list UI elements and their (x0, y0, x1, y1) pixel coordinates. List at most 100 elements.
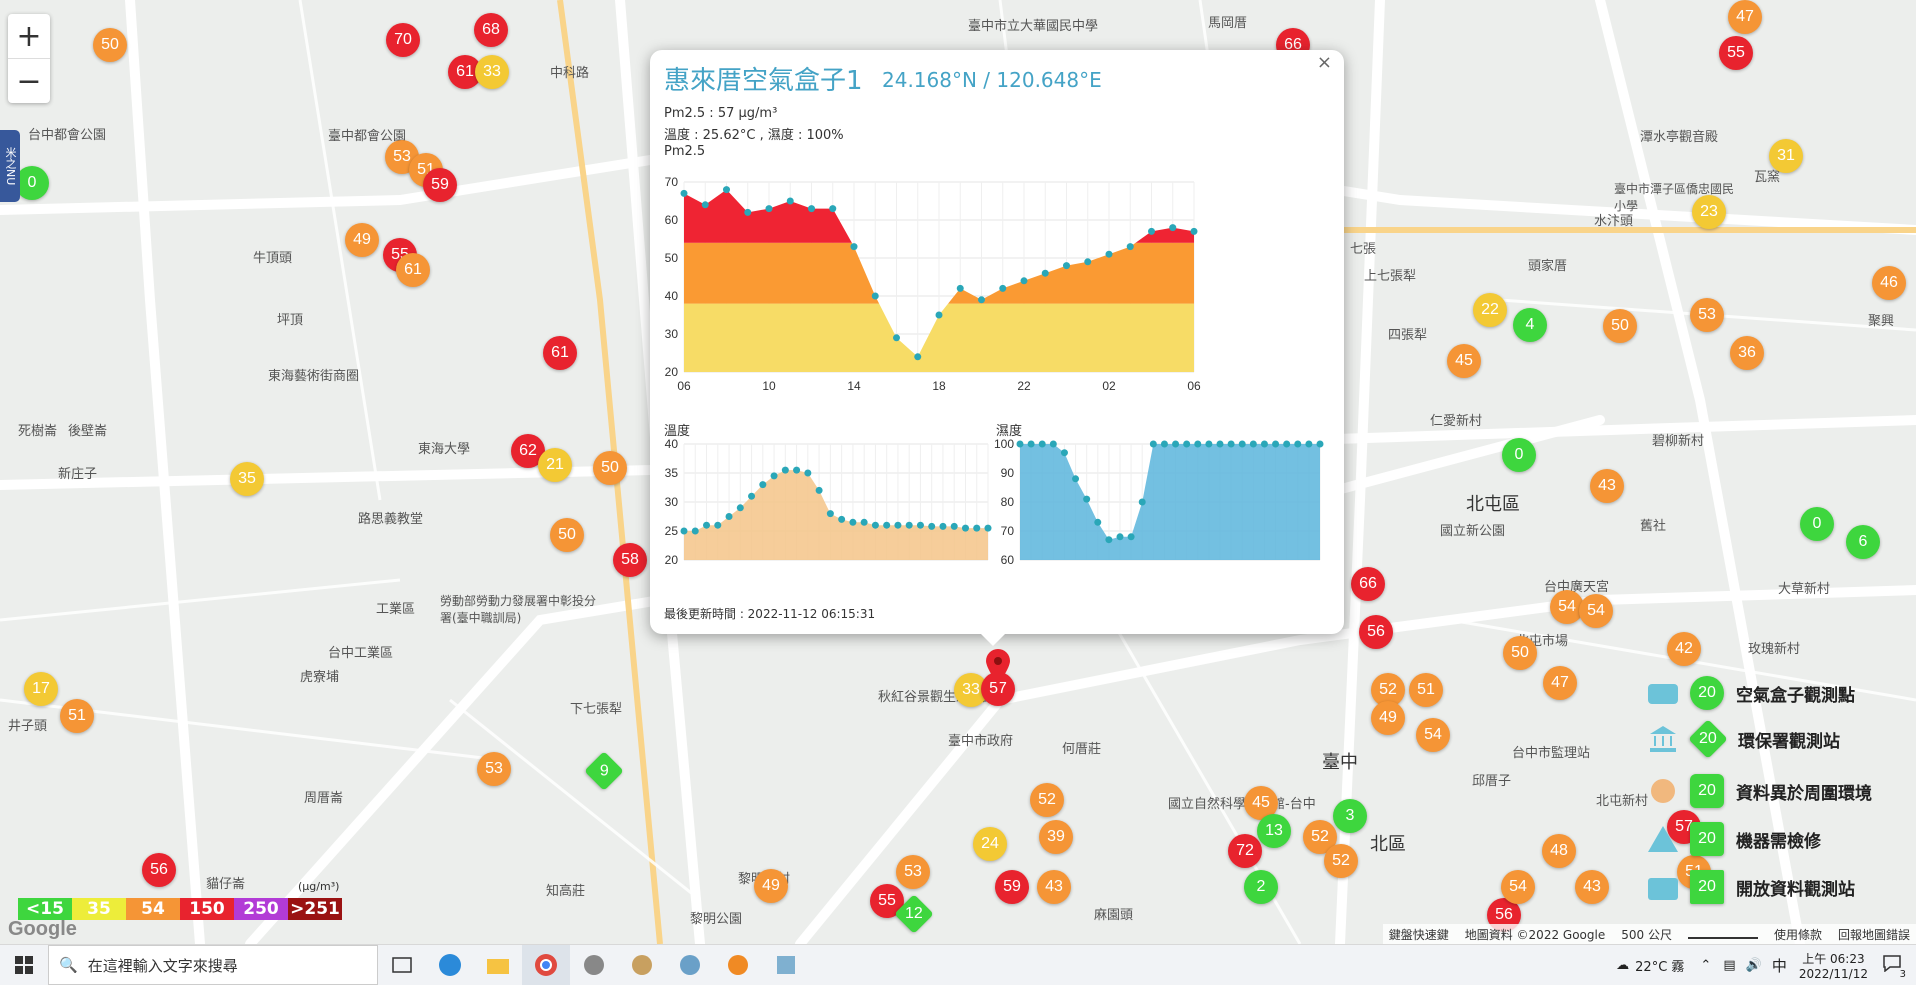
data-point (691, 527, 699, 535)
aqi-marker[interactable]: 51 (1409, 673, 1443, 707)
aqi-marker[interactable]: 56 (1359, 615, 1393, 649)
side-tab[interactable]: 米之NU (0, 130, 20, 202)
aqi-marker[interactable]: 42 (1667, 632, 1701, 666)
aqi-marker[interactable]: 59 (995, 870, 1029, 904)
aqi-marker[interactable]: 59 (423, 168, 457, 202)
data-point (723, 186, 730, 194)
scale-text[interactable]: 500 公尺 (1621, 926, 1672, 943)
aqi-marker[interactable]: 3 (1333, 799, 1367, 833)
aqi-marker[interactable]: 39 (1039, 820, 1073, 854)
notification-icon[interactable]: 3 (1882, 954, 1906, 980)
edge-icon[interactable] (426, 945, 474, 985)
aqi-marker[interactable]: 53 (896, 855, 930, 889)
app-icon[interactable] (666, 945, 714, 985)
aqi-marker[interactable]: 66 (1351, 567, 1385, 601)
aqi-marker[interactable]: 0 (1502, 438, 1536, 472)
weather-text[interactable]: 22°C 霧 (1635, 956, 1684, 975)
aqi-marker[interactable]: 55 (1719, 36, 1753, 70)
app-icon[interactable] (762, 945, 810, 985)
taskbar-search[interactable]: 🔍 在這裡輸入文字來搜尋 (48, 945, 378, 985)
aqi-marker[interactable]: 35 (230, 462, 264, 496)
aqi-marker[interactable]: 51 (60, 699, 94, 733)
network-icon[interactable]: ▤ (1723, 958, 1735, 973)
app-icon[interactable] (714, 945, 762, 985)
aqi-marker[interactable]: 48 (1542, 834, 1576, 868)
terms-link[interactable]: 使用條款 (1774, 926, 1822, 943)
aqi-marker[interactable]: 70 (386, 23, 420, 57)
app-icon[interactable] (570, 945, 618, 985)
aqi-marker[interactable]: 36 (1730, 336, 1764, 370)
aqi-marker[interactable]: 17 (24, 672, 58, 706)
aqi-marker[interactable]: 50 (1603, 309, 1637, 343)
aqi-marker[interactable]: 49 (754, 869, 788, 903)
aqi-marker[interactable]: 6 (1846, 525, 1880, 559)
place-label: 東海藝術街商圈 (268, 369, 360, 384)
aqi-marker[interactable]: 52 (1324, 844, 1358, 878)
aqi-marker[interactable]: 50 (1503, 636, 1537, 670)
aqi-marker[interactable]: 23 (1692, 195, 1726, 229)
app-icon[interactable] (618, 945, 666, 985)
report-error-link[interactable]: 回報地圖錯誤 (1838, 926, 1910, 943)
volume-icon[interactable]: 🔊 (1746, 958, 1762, 973)
aqi-marker[interactable]: 43 (1037, 870, 1071, 904)
aqi-marker[interactable]: 52 (1030, 783, 1064, 817)
aqi-marker[interactable]: 13 (1257, 814, 1291, 848)
aqi-marker[interactable]: 53 (1690, 298, 1724, 332)
aqi-marker[interactable]: 31 (1769, 139, 1803, 173)
zoom-in-button[interactable]: + (8, 14, 50, 58)
clock[interactable]: 上午 06:23 2022/11/12 (1799, 950, 1868, 981)
chrome-icon[interactable] (522, 945, 570, 985)
data-point (1126, 243, 1134, 251)
aqi-marker[interactable]: 43 (1590, 469, 1624, 503)
aqi-marker[interactable]: 61 (543, 336, 577, 370)
aqi-marker[interactable]: 45 (1447, 344, 1481, 378)
aqi-marker[interactable]: 61 (396, 253, 430, 287)
aqi-marker[interactable]: 50 (593, 451, 627, 485)
place-label: 台中工業區 (328, 646, 394, 661)
zoom-out-button[interactable]: − (8, 58, 50, 103)
aqi-marker[interactable]: 58 (613, 543, 647, 577)
aqi-marker[interactable]: 56 (142, 853, 176, 887)
x-tick-label: 22 (1017, 379, 1031, 393)
aqi-level: 54 (126, 898, 180, 920)
aqi-marker[interactable]: 47 (1543, 666, 1577, 700)
aqi-marker[interactable]: 22 (1473, 293, 1507, 327)
aqi-marker[interactable]: 50 (93, 28, 127, 62)
ime-indicator[interactable]: 中 (1772, 955, 1787, 976)
aqi-marker[interactable]: 4 (1513, 308, 1547, 342)
aqi-marker[interactable]: 46 (1872, 266, 1906, 300)
keyboard-shortcuts-link[interactable]: 鍵盤快速鍵 (1389, 926, 1449, 943)
aqi-marker[interactable]: 21 (538, 448, 572, 482)
aqi-marker[interactable]: 68 (474, 13, 508, 47)
aqi-marker[interactable]: 24 (973, 827, 1007, 861)
aqi-marker[interactable]: 33 (475, 55, 509, 89)
aqi-marker[interactable]: 49 (345, 223, 379, 257)
aqi-marker[interactable]: 54 (1579, 594, 1613, 628)
scale-bar (1687, 929, 1758, 939)
aqi-marker[interactable]: 49 (1371, 701, 1405, 735)
task-view-icon[interactable] (378, 945, 426, 985)
aqi-marker[interactable]: 0 (15, 166, 49, 200)
y-tick-label: 100 (994, 437, 1014, 451)
aqi-marker[interactable]: 50 (550, 518, 584, 552)
aqi-marker[interactable]: 0 (1800, 507, 1834, 541)
aqi-marker[interactable]: 54 (1416, 718, 1450, 752)
aqi-marker[interactable]: 54 (1501, 870, 1535, 904)
aqi-marker[interactable]: 47 (1728, 0, 1762, 34)
aqi-marker[interactable]: 2 (1244, 870, 1278, 904)
windows-start-icon[interactable] (0, 945, 48, 985)
data-point (850, 243, 858, 251)
aqi-marker[interactable]: 53 (477, 752, 511, 786)
place-label: 井子頭 (8, 719, 48, 734)
close-icon[interactable]: × (1317, 52, 1332, 73)
y-tick-label: 30 (665, 495, 679, 509)
file-explorer-icon[interactable] (474, 945, 522, 985)
data-point (808, 205, 815, 213)
place-label: 後壁崙 (68, 424, 108, 439)
aqi-marker[interactable]: 72 (1228, 834, 1262, 868)
map[interactable]: 牛頂頭 坪頂 死樹崙 後壁崙 新庄子 臺中都會公園 東海藝術街商圈 東海大學 路… (0, 0, 1916, 944)
data-point (928, 522, 936, 530)
aqi-marker[interactable]: 43 (1575, 870, 1609, 904)
chevron-up-icon[interactable]: ⌃ (1700, 958, 1711, 973)
aqi-scale: <15 35 54 150 250 >251 (18, 898, 342, 920)
